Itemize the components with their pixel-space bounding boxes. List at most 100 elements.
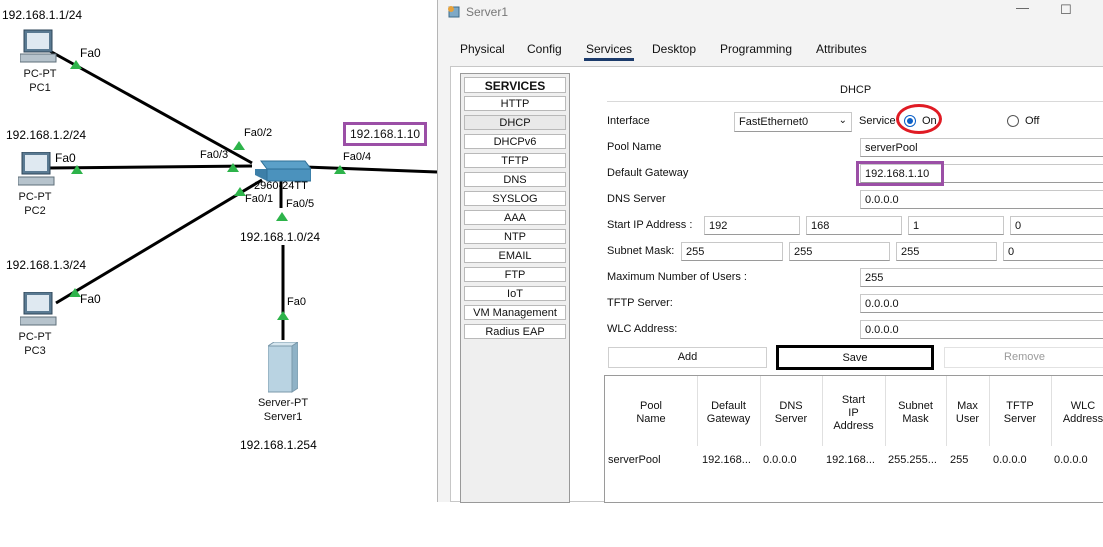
gateway-annotation: [856, 161, 944, 186]
switch-model-label: 2960-24TT: [254, 180, 308, 192]
dhcp-divider: [607, 101, 1103, 102]
service-aaa[interactable]: AAA: [464, 210, 566, 225]
save-button[interactable]: Save: [776, 345, 934, 370]
remove-button[interactable]: Remove: [944, 347, 1103, 368]
pc2-label: PC2: [24, 205, 46, 217]
col-header-default-gateway: Default Gateway: [706, 400, 751, 425]
subnet-mask-octet-1[interactable]: 255: [681, 242, 783, 261]
col-header-max-user: Max User: [955, 400, 980, 425]
switch-port-fa0-5: Fa0/5: [286, 198, 315, 210]
dhcp-title: DHCP: [840, 84, 872, 96]
server-window[interactable]: Server1 — ☐ Physical Config Services Des…: [437, 0, 1103, 503]
service-dhcpv6[interactable]: DHCPv6: [464, 134, 566, 149]
dhcp-panel: DHCP Interface FastEthernet0 ⌄ Service O…: [603, 67, 1103, 503]
server-name: Server-PT Server1: [248, 396, 318, 424]
pc1-device-icon[interactable]: [19, 28, 58, 69]
max-users-input[interactable]: 255: [860, 268, 1103, 287]
cell-dns-server: 0.0.0.0: [763, 454, 797, 466]
pc3-name: PC-PT PC3: [0, 330, 70, 358]
switch-port-fa0-3: Fa0/3: [200, 149, 229, 161]
service-dhcp[interactable]: DHCP: [464, 115, 566, 130]
start-ip-octet-3[interactable]: 1: [908, 216, 1004, 235]
switch-port-fa0-4: Fa0/4: [343, 151, 372, 163]
tab-services[interactable]: Services: [584, 42, 635, 61]
service-off-label: Off: [1025, 115, 1040, 127]
tftp-label: TFTP Server:: [607, 297, 673, 309]
tab-programming[interactable]: Programming: [720, 42, 792, 56]
service-http[interactable]: HTTP: [464, 96, 566, 111]
interface-value: FastEthernet0: [739, 116, 809, 128]
topology-canvas[interactable]: 192.168.1.1/24 Fa0 PC-PT PC1 192.168.1.2/…: [0, 0, 437, 547]
server-ip-label: 192.168.1.254: [240, 438, 317, 452]
start-ip-octet-4[interactable]: 0: [1010, 216, 1103, 235]
start-ip-label: Start IP Address :: [607, 219, 693, 231]
switch-port-fa0-1: Fa0/1: [245, 193, 274, 205]
network-label: 192.168.1.0/24: [240, 230, 321, 244]
pc3-ip-label: 192.168.1.3/24: [6, 258, 87, 272]
cell-pool-name: serverPool: [608, 454, 661, 466]
tab-physical[interactable]: Physical: [460, 42, 505, 56]
service-syslog[interactable]: SYSLOG: [464, 191, 566, 206]
cell-subnet-mask: 255.255...: [888, 454, 937, 466]
col-header-dns-server: DNS Server: [774, 400, 808, 425]
cell-default-gateway: 192.168...: [702, 454, 751, 466]
subnet-mask-octet-4[interactable]: 0: [1003, 242, 1103, 261]
service-off-radio[interactable]: [1007, 115, 1019, 127]
pc1-label: PC1: [29, 82, 51, 94]
gateway-label: Default Gateway: [607, 167, 689, 179]
service-ftp[interactable]: FTP: [464, 267, 566, 282]
tab-desktop[interactable]: Desktop: [652, 42, 696, 56]
start-ip-octet-2[interactable]: 168: [806, 216, 902, 235]
subnet-mask-octet-3[interactable]: 255: [896, 242, 997, 261]
services-header: SERVICES: [464, 77, 566, 93]
service-iot[interactable]: IoT: [464, 286, 566, 301]
pc3-label: PC3: [24, 345, 46, 357]
pc1-name: PC-PT PC1: [5, 67, 75, 95]
pc1-ip-label: 192.168.1.1/24: [2, 8, 83, 22]
max-users-label: Maximum Number of Users :: [607, 271, 747, 283]
cell-max-user: 255: [950, 454, 969, 466]
wlc-label: WLC Address:: [607, 323, 678, 335]
service-radius-eap[interactable]: Radius EAP: [464, 324, 566, 339]
tftp-input[interactable]: 0.0.0.0: [860, 294, 1103, 313]
server-device-icon[interactable]: [266, 341, 300, 397]
cell-start-ip: 192.168...: [826, 454, 875, 466]
maximize-icon[interactable]: ☐: [1060, 2, 1072, 18]
pc2-name: PC-PT PC2: [0, 190, 70, 218]
gateway-ip-annotation: 192.168.1.10: [343, 122, 428, 146]
pc3-device-icon[interactable]: [19, 291, 58, 333]
service-tftp[interactable]: TFTP: [464, 153, 566, 168]
server-type: Server-PT: [257, 397, 309, 409]
pool-name-input[interactable]: serverPool: [860, 138, 1103, 157]
service-vm-management[interactable]: VM Management: [464, 305, 566, 320]
service-dns[interactable]: DNS: [464, 172, 566, 187]
dns-label: DNS Server: [607, 193, 666, 205]
pc3-type: PC-PT: [18, 331, 52, 343]
subnet-mask-label: Subnet Mask:: [607, 245, 675, 257]
service-email[interactable]: EMAIL: [464, 248, 566, 263]
app-icon: [446, 4, 462, 23]
services-content: SERVICES HTTP DHCP DHCPv6 TFTP DNS SYSLO…: [450, 66, 1103, 503]
pc3-port-label: Fa0: [80, 292, 101, 306]
pc2-type: PC-PT: [18, 191, 52, 203]
tab-config[interactable]: Config: [527, 42, 562, 56]
window-titlebar[interactable]: Server1 — ☐: [438, 0, 1103, 26]
tab-attributes[interactable]: Attributes: [816, 42, 867, 56]
services-list: SERVICES HTTP DHCP DHCPv6 TFTP DNS SYSLO…: [460, 73, 570, 503]
window-title: Server1: [466, 5, 509, 19]
pc2-ip-label: 192.168.1.2/24: [6, 128, 87, 142]
switch-port-fa0-2: Fa0/2: [244, 127, 273, 139]
service-ntp[interactable]: NTP: [464, 229, 566, 244]
chevron-down-icon: ⌄: [838, 115, 847, 126]
start-ip-octet-1[interactable]: 192: [704, 216, 800, 235]
pool-table: Pool Name Default Gateway DNS Server Sta…: [604, 375, 1103, 503]
wlc-input[interactable]: 0.0.0.0: [860, 320, 1103, 339]
interface-select[interactable]: FastEthernet0 ⌄: [734, 112, 852, 132]
minimize-icon[interactable]: —: [1016, 0, 1029, 15]
pc2-device-icon[interactable]: [17, 151, 56, 193]
subnet-mask-octet-2[interactable]: 255: [789, 242, 890, 261]
pc2-port-label: Fa0: [55, 151, 76, 165]
dns-input[interactable]: 0.0.0.0: [860, 190, 1103, 209]
add-button[interactable]: Add: [608, 347, 767, 368]
cell-wlc-address: 0.0.0.0: [1054, 454, 1088, 466]
